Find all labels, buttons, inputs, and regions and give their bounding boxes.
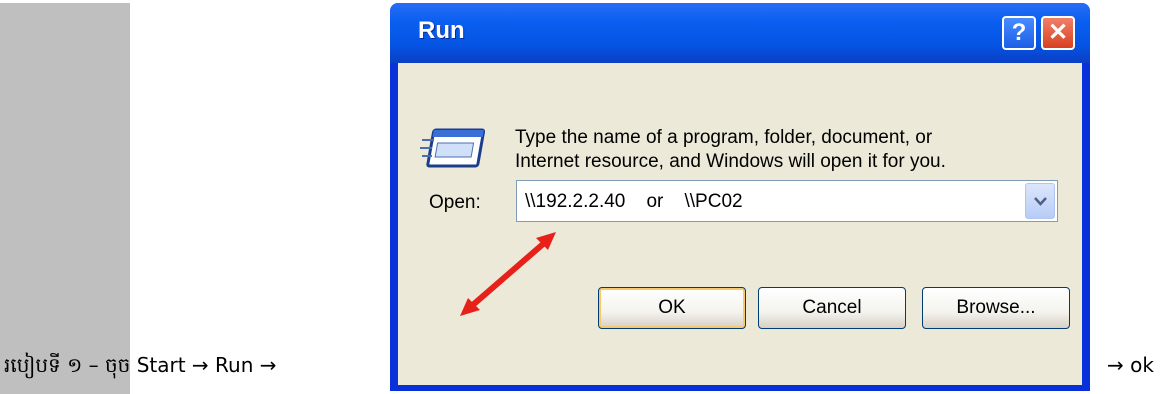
dialog-body: Type the name of a program, folder, docu… — [398, 63, 1082, 385]
help-button[interactable]: ? — [1002, 16, 1036, 50]
combo-dropdown-button[interactable] — [1025, 183, 1055, 219]
ok-button[interactable]: OK — [598, 287, 746, 329]
run-window-icon — [420, 128, 486, 168]
cancel-button[interactable]: Cancel — [758, 287, 906, 329]
open-input-value[interactable]: \\192.2.2.40 or \\PC02 — [525, 191, 743, 213]
open-label: Open: — [429, 192, 481, 213]
open-combobox[interactable]: \\192.2.2.40 or \\PC02 — [516, 180, 1058, 222]
message-line-2: Internet resource, and Windows will open… — [515, 151, 946, 172]
caption-prefix: របៀបទី ១ – ចុច Start → Run → — [4, 353, 277, 377]
chevron-down-icon — [1034, 197, 1047, 206]
gray-sidebar-block — [0, 3, 130, 394]
dialog-message: Type the name of a program, folder, docu… — [515, 126, 946, 174]
close-button[interactable]: ✕ — [1041, 16, 1075, 50]
dialog-title: Run — [418, 17, 465, 44]
browse-button[interactable]: Browse... — [922, 287, 1070, 329]
caption-suffix: → ok — [1107, 353, 1154, 377]
run-dialog: Run ? ✕ Type the name of a program, fold… — [390, 3, 1090, 391]
title-bar[interactable]: Run ? ✕ — [390, 3, 1090, 63]
message-line-1: Type the name of a program, folder, docu… — [515, 127, 933, 148]
